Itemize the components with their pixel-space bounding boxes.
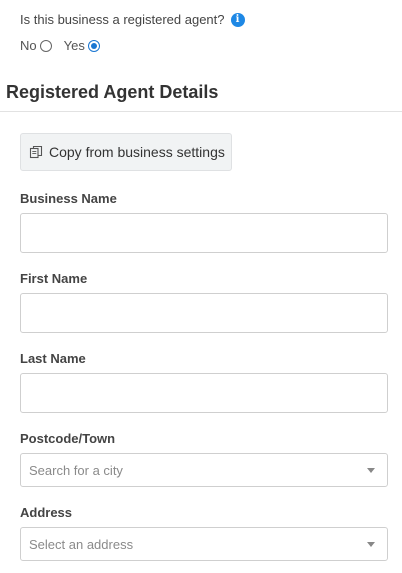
address-select[interactable]: Select an address (20, 527, 388, 561)
business-name-label: Business Name (20, 191, 117, 206)
copy-from-business-settings-button[interactable]: Copy from business settings (20, 133, 232, 171)
info-icon[interactable]: i (230, 12, 245, 27)
last-name-input[interactable] (20, 373, 388, 413)
copy-button-label: Copy from business settings (49, 144, 225, 160)
chevron-down-icon (367, 467, 375, 473)
radio-option-yes[interactable]: Yes (64, 38, 100, 53)
radio-label-no: No (20, 38, 37, 53)
radio-label-yes: Yes (63, 38, 85, 53)
postcode-town-label: Postcode/Town (20, 431, 116, 446)
section-title: Registered Agent Details (6, 82, 219, 102)
radio-option-no[interactable]: No (20, 38, 52, 53)
last-name-label: Last Name (20, 351, 86, 366)
copy-icon (29, 145, 43, 159)
radio-yes[interactable] (87, 39, 100, 52)
address-placeholder: Select an address (29, 536, 134, 552)
registered-agent-question: Is this business a registered agent? i (20, 12, 245, 27)
postcode-town-select[interactable]: Search for a city (20, 453, 388, 487)
section-divider (0, 111, 402, 112)
chevron-down-icon (367, 541, 375, 547)
registered-agent-radio-group: No Yes (20, 38, 112, 53)
first-name-input[interactable] (20, 293, 388, 333)
business-name-input[interactable] (20, 213, 388, 253)
address-label: Address (20, 505, 73, 520)
radio-no[interactable] (39, 39, 52, 52)
first-name-label: First Name (20, 271, 88, 286)
question-text: Is this business a registered agent? (20, 12, 225, 27)
postcode-town-placeholder: Search for a city (29, 462, 123, 478)
